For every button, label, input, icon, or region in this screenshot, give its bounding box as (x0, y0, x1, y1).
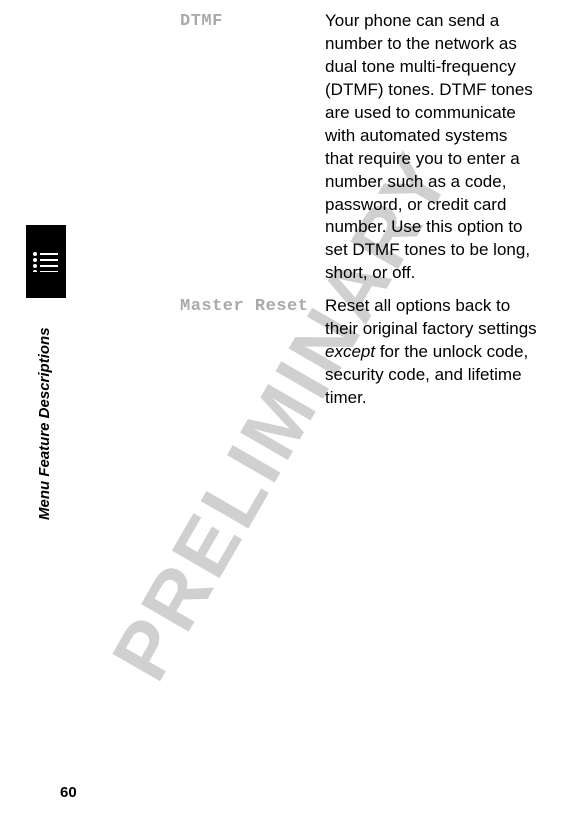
sidebar-tab (26, 225, 66, 298)
term-description: Your phone can send a number to the netw… (325, 10, 540, 285)
section-title-vertical: Menu Feature Descriptions (36, 327, 53, 520)
page-number: 60 (60, 784, 77, 801)
list-icon (32, 252, 60, 272)
definition-row: DTMF Your phone can send a number to the… (180, 10, 540, 285)
term-description: Reset all options back to their original… (325, 295, 540, 410)
term-label: DTMF (180, 10, 325, 285)
content-area: DTMF Your phone can send a number to the… (180, 10, 540, 420)
definition-row: Master Reset Reset all options back to t… (180, 295, 540, 410)
term-label: Master Reset (180, 295, 325, 410)
